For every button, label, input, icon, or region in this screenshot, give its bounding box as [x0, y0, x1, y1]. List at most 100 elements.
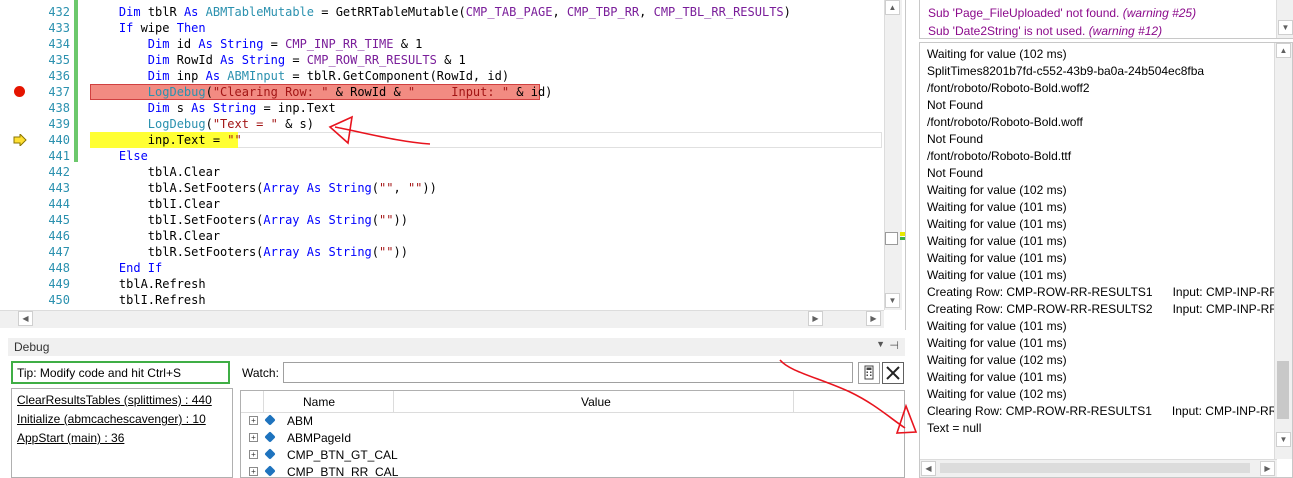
- expand-icon[interactable]: +: [249, 433, 258, 442]
- calculator-button[interactable]: [858, 362, 880, 384]
- code-token: ABMTableMutable: [205, 5, 315, 19]
- warnings-scrollbar[interactable]: ▼: [1276, 0, 1293, 38]
- code-line[interactable]: Dim RowId As String = CMP_ROW_RR_RESULTS…: [90, 52, 466, 68]
- code-token: tblR: [140, 5, 184, 19]
- code-token: " Input: ": [407, 85, 510, 99]
- code-token: & RowId &: [328, 85, 408, 99]
- code-line[interactable]: Dim inp As ABMInput = tblR.GetComponent(…: [90, 68, 509, 84]
- log-entry: Waiting for value (101 ms): [927, 268, 1067, 282]
- scroll-right-end-icon[interactable]: ▶: [866, 311, 881, 326]
- code-token: CMP_TAB_PAGE: [465, 5, 553, 19]
- scroll-down-icon[interactable]: ▼: [1278, 20, 1293, 35]
- code-line[interactable]: LogDebug("Clearing Row: " & RowId & " In…: [90, 84, 553, 100]
- code-token: )): [393, 245, 408, 259]
- variable-row[interactable]: + ABM: [241, 413, 901, 430]
- code-line[interactable]: tblI.Refresh: [90, 292, 206, 308]
- scroll-right-icon[interactable]: ▶: [808, 311, 823, 326]
- scroll-down-icon[interactable]: ▼: [885, 293, 900, 308]
- code-token: CMP_TBL_RR_RESULTS: [653, 5, 784, 19]
- code-token: (: [205, 85, 213, 99]
- editor-vertical-scrollbar[interactable]: ▲ ▼: [884, 0, 902, 310]
- code-token: CMP_INP_RR_TIME: [285, 37, 394, 51]
- code-token: ): [783, 5, 791, 19]
- code-token: )): [393, 213, 408, 227]
- line-gutter[interactable]: 432 433 434 435 436 437 438 439 440 441 442 443 444 4…: [0, 0, 76, 310]
- watch-input[interactable]: [283, 362, 853, 383]
- object-icon: [264, 465, 276, 477]
- editor-horizontal-scrollbar[interactable]: ◀ ▶ ▶: [0, 310, 884, 328]
- code-editor[interactable]: 432 433 434 435 436 437 438 439 440 441 442 443 444 4…: [0, 0, 906, 330]
- scroll-left-icon[interactable]: ◀: [18, 311, 33, 326]
- scroll-left-icon[interactable]: ◀: [921, 461, 936, 476]
- warning-item[interactable]: Sub 'Page_FileUploaded' not found. (warn…: [928, 6, 1196, 20]
- code-token: As: [306, 181, 322, 195]
- line-number: 434: [48, 37, 70, 51]
- call-stack-item[interactable]: AppStart (main) : 36: [17, 431, 124, 445]
- code-line[interactable]: Dim s As String = inp.Text: [90, 100, 336, 116]
- code-line[interactable]: tblI.Clear: [90, 196, 220, 212]
- code-line[interactable]: tblI.SetFooters(Array As String("")): [90, 212, 408, 228]
- breakpoint-icon[interactable]: [14, 86, 25, 97]
- expand-icon[interactable]: +: [249, 416, 258, 425]
- code-line[interactable]: If wipe Then: [90, 20, 206, 36]
- log-scroll-thumb[interactable]: [1277, 361, 1289, 419]
- code-line[interactable]: tblA.SetFooters(Array As String("", "")): [90, 180, 437, 196]
- log-horizontal-scrollbar[interactable]: ◀ ▶: [920, 459, 1277, 477]
- code-token: = tblR.GetComponent(RowId, id): [285, 69, 510, 83]
- code-token: As: [306, 245, 322, 259]
- log-entry: /font/roboto/Roboto-Bold.woff2: [927, 81, 1090, 95]
- log-entry: Waiting for value (101 ms): [927, 251, 1067, 265]
- log-entry: Waiting for value (101 ms): [927, 200, 1067, 214]
- pin-icon[interactable]: ⊣: [889, 339, 899, 352]
- code-line[interactable]: tblR.SetFooters(Array As String("")): [90, 244, 408, 260]
- code-token: Array: [263, 213, 300, 227]
- close-button[interactable]: [882, 362, 904, 384]
- code-token: CMP_ROW_RR_RESULTS: [306, 53, 437, 67]
- code-line[interactable]: Dim id As String = CMP_INP_RR_TIME & 1: [90, 36, 423, 52]
- code-line[interactable]: Dim tblR As ABMTableMutable = GetRRTable…: [90, 4, 791, 20]
- code-token: "": [379, 213, 394, 227]
- scroll-up-icon[interactable]: ▲: [885, 0, 900, 15]
- code-line[interactable]: inp.Text = "": [90, 132, 242, 148]
- code-area[interactable]: Dim tblR As ABMTableMutable = GetRRTable…: [90, 0, 885, 310]
- variable-name: CMP_BTN_GT_CAL: [287, 448, 398, 462]
- variable-row[interactable]: + CMP_BTN_GT_CAL: [241, 447, 901, 464]
- code-line[interactable]: End If: [90, 260, 162, 276]
- line-number: 438: [48, 101, 70, 115]
- log-entry: Waiting for value (102 ms): [927, 353, 1067, 367]
- debug-panel-header: Debug ▼ ⊣: [8, 338, 905, 356]
- code-line[interactable]: tblA.Refresh: [90, 276, 206, 292]
- scroll-down-icon[interactable]: ▼: [1276, 432, 1291, 447]
- code-line[interactable]: tblR.Clear: [90, 228, 220, 244]
- code-token: String: [328, 245, 372, 259]
- column-value[interactable]: Value: [581, 395, 611, 409]
- column-name[interactable]: Name: [303, 395, 335, 409]
- line-number: 443: [48, 181, 70, 195]
- log-vertical-scrollbar[interactable]: ▲ ▼: [1274, 43, 1292, 459]
- code-token: tblA.Refresh: [90, 277, 206, 291]
- scroll-up-icon[interactable]: ▲: [1276, 43, 1291, 58]
- code-line[interactable]: tblA.Clear: [90, 164, 220, 180]
- variable-row[interactable]: + CMP_BTN_RR_CAL: [241, 464, 901, 477]
- call-stack-item[interactable]: Initialize (abmcachescavenger) : 10: [17, 412, 206, 426]
- code-token: Dim: [147, 69, 170, 83]
- call-stack-item[interactable]: ClearResultsTables (splittimes) : 440: [17, 393, 212, 407]
- code-line[interactable]: Else: [90, 148, 148, 164]
- log-hscroll-thumb[interactable]: [940, 463, 1250, 473]
- expand-icon[interactable]: +: [249, 467, 258, 476]
- code-line[interactable]: LogDebug("Text = " & s): [90, 116, 314, 132]
- line-number: 439: [48, 117, 70, 131]
- expand-icon[interactable]: +: [249, 450, 258, 459]
- chevron-down-icon[interactable]: ▼: [876, 339, 885, 349]
- scroll-right-icon[interactable]: ▶: [1260, 461, 1275, 476]
- warning-item[interactable]: Sub 'Date2String' is not used. (warning …: [928, 24, 1162, 38]
- log-entry: Creating Row: CMP-ROW-RR-RESULTS1 Input:…: [927, 285, 1293, 299]
- variable-row[interactable]: + ABMPageId: [241, 430, 901, 447]
- code-token: RowId: [169, 53, 221, 67]
